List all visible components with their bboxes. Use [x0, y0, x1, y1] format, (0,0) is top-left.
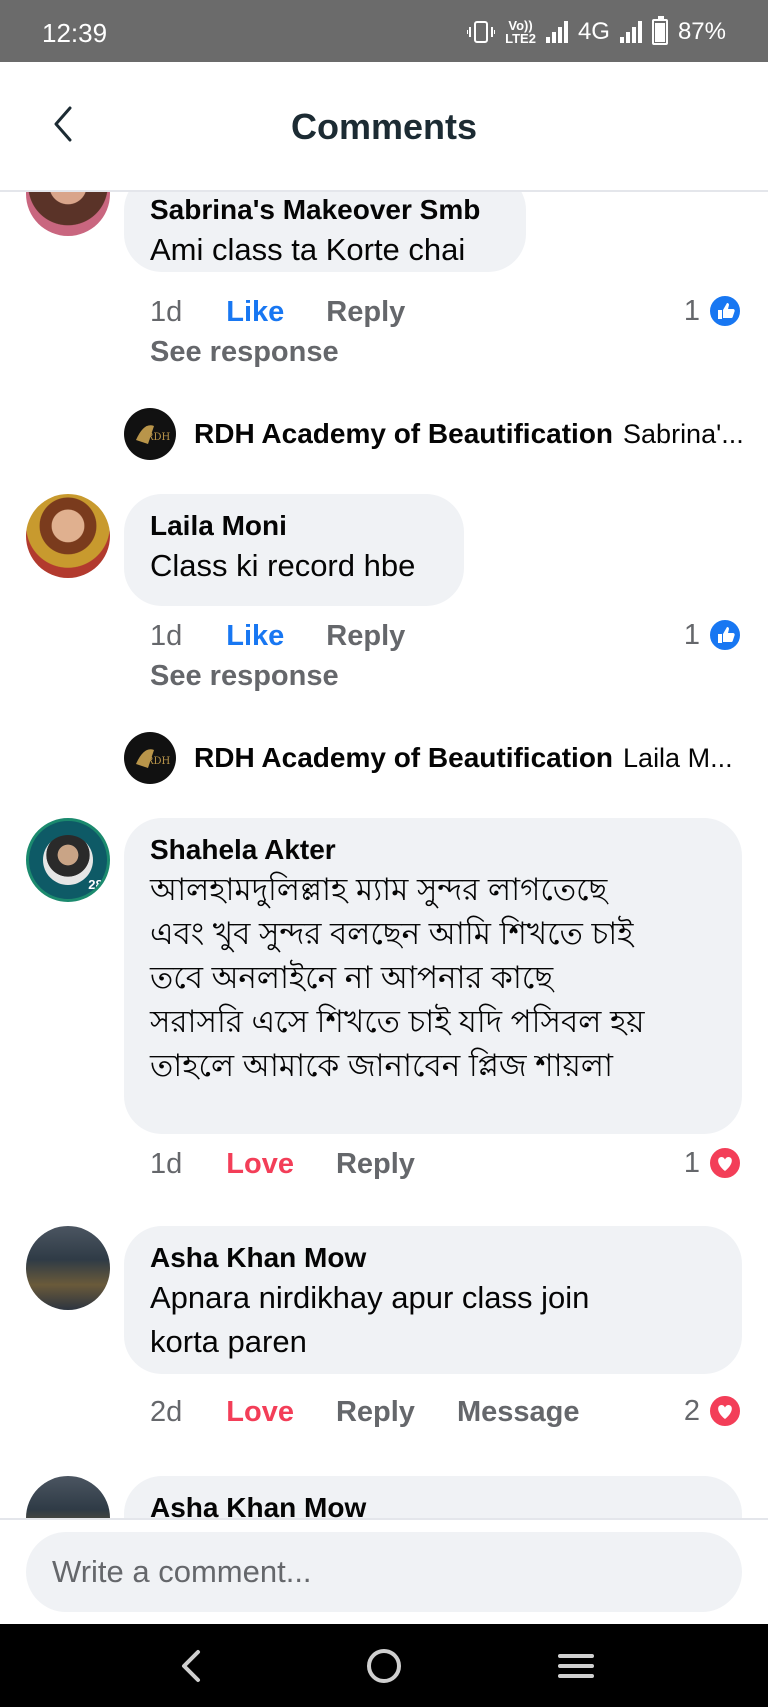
comment-text-line: সরাসরি এসে শিখতে চাই যদি পসিবল হয় — [150, 1004, 645, 1039]
page-title: Comments — [290, 106, 478, 147]
love-button[interactable]: Love — [226, 1396, 294, 1429]
heart-icon — [708, 1146, 742, 1180]
reply-author: RDH Academy of Beautification — [194, 742, 614, 773]
comment-text-line: Apnara nirdikhay apur class join — [150, 1280, 590, 1315]
heart-icon — [708, 1394, 742, 1428]
avatar[interactable]: 285 — [26, 818, 110, 902]
comment-time: 1d — [150, 295, 183, 328]
signal-icon-2 — [619, 21, 642, 43]
avatar[interactable] — [26, 192, 110, 236]
reply-button[interactable]: Reply — [326, 296, 405, 329]
comment-author[interactable]: Asha Khan Mow — [150, 1240, 716, 1276]
comment-author[interactable]: Laila Moni — [150, 508, 438, 544]
system-nav-bar — [0, 1624, 768, 1707]
comment-text: Class ki record hbe — [150, 548, 416, 583]
avatar: RDH — [124, 732, 176, 784]
comment-text-line: আলহামদুলিল্লাহ ম্যাম সুন্দর লাগতেছে — [150, 872, 608, 907]
reply-snippet: Sabrina'... — [623, 418, 744, 449]
nav-home-icon[interactable] — [360, 1642, 408, 1690]
comments-list[interactable]: Sabrina's Makeover Smb Ami class ta Kort… — [0, 192, 768, 1518]
comment-time: 1d — [150, 619, 183, 652]
status-bar: 12:39 Vo)) LTE2 4G 87% — [0, 0, 768, 62]
header: Comments — [0, 62, 768, 192]
badge-count: 285 — [85, 877, 107, 892]
comment-actions: 2d Love Reply Message — [150, 1392, 621, 1432]
reply-button[interactable]: Reply — [336, 1148, 415, 1181]
avatar[interactable] — [26, 1476, 110, 1518]
comment-actions: 1d Like Reply — [150, 616, 447, 656]
comment-time: 1d — [150, 1147, 183, 1180]
reaction-count[interactable]: 1 — [684, 294, 742, 328]
reply-author: RDH Academy of Beautification — [194, 418, 614, 449]
reply-preview[interactable]: RDH RDH Academy of Beautification Laila … — [124, 732, 733, 784]
avatar[interactable] — [26, 494, 110, 578]
see-response-link[interactable]: See response — [150, 336, 339, 369]
comment-bubble[interactable]: Sabrina's Makeover Smb Ami class ta Kort… — [124, 192, 526, 272]
reaction-count[interactable]: 2 — [684, 1394, 742, 1428]
avatar: RDH — [124, 408, 176, 460]
thumbs-up-icon — [708, 294, 742, 328]
like-button[interactable]: Like — [226, 296, 284, 329]
thumbs-up-icon — [708, 618, 742, 652]
reply-button[interactable]: Reply — [326, 620, 405, 653]
nav-back-icon[interactable] — [168, 1642, 216, 1690]
battery-icon — [651, 16, 668, 45]
comment-bubble[interactable]: Shahela Akter আলহামদুলিল্লাহ ম্যাম সুন্দ… — [124, 818, 742, 1134]
network-type: 4G — [577, 18, 610, 45]
reply-snippet: Laila M... — [623, 742, 733, 773]
comment-actions: 1d Love Reply — [150, 1144, 457, 1184]
comment-text-line: তাহলে আমাকে জানাবেন প্লিজ শায়লা — [150, 1048, 613, 1083]
comment-author[interactable]: Asha Khan Mow — [150, 1490, 716, 1518]
comment-text-line: এবং খুব সুন্দর বলছেন আমি শিখতে চাই — [150, 916, 634, 951]
svg-text:RDH: RDH — [146, 756, 171, 767]
see-response-link[interactable]: See response — [150, 660, 339, 693]
vibrate-icon — [467, 21, 496, 43]
nav-recents-icon[interactable] — [552, 1642, 600, 1690]
status-time: 12:39 — [42, 18, 108, 48]
comment-author[interactable]: Shahela Akter — [150, 832, 716, 868]
like-button[interactable]: Like — [226, 620, 284, 653]
battery-level: 87% — [677, 18, 726, 45]
reaction-count[interactable]: 1 — [684, 1146, 742, 1180]
message-button[interactable]: Message — [457, 1396, 580, 1429]
comment-bubble[interactable]: Asha Khan Mow Apnara nirdikhay apur clas… — [124, 1226, 742, 1374]
comment-text-line: তবে অনলাইনে না আপনার কাছে — [150, 960, 554, 995]
status-icons: Vo)) LTE2 4G 87% — [467, 16, 726, 46]
comment-composer — [0, 1518, 768, 1624]
comment-text-line: korta paren — [150, 1324, 307, 1359]
signal-icon — [545, 21, 568, 43]
comment-text: Ami class ta Korte chai — [150, 232, 466, 267]
comment-time: 2d — [150, 1395, 183, 1428]
comment-bubble[interactable]: Laila Moni Class ki record hbe — [124, 494, 464, 606]
reaction-count[interactable]: 1 — [684, 618, 742, 652]
love-button[interactable]: Love — [226, 1148, 294, 1181]
volte-indicator: Vo)) LTE2 — [505, 18, 536, 46]
avatar[interactable] — [26, 1226, 110, 1310]
comment-bubble[interactable]: Asha Khan Mow — [124, 1476, 742, 1518]
comment-actions: 1d Like Reply — [150, 292, 447, 332]
comment-author[interactable]: Sabrina's Makeover Smb — [150, 192, 500, 228]
reply-button[interactable]: Reply — [336, 1396, 415, 1429]
reply-preview[interactable]: RDH RDH Academy of Beautification Sabrin… — [124, 408, 744, 460]
comment-input[interactable] — [26, 1532, 742, 1612]
svg-text:RDH: RDH — [146, 432, 171, 443]
